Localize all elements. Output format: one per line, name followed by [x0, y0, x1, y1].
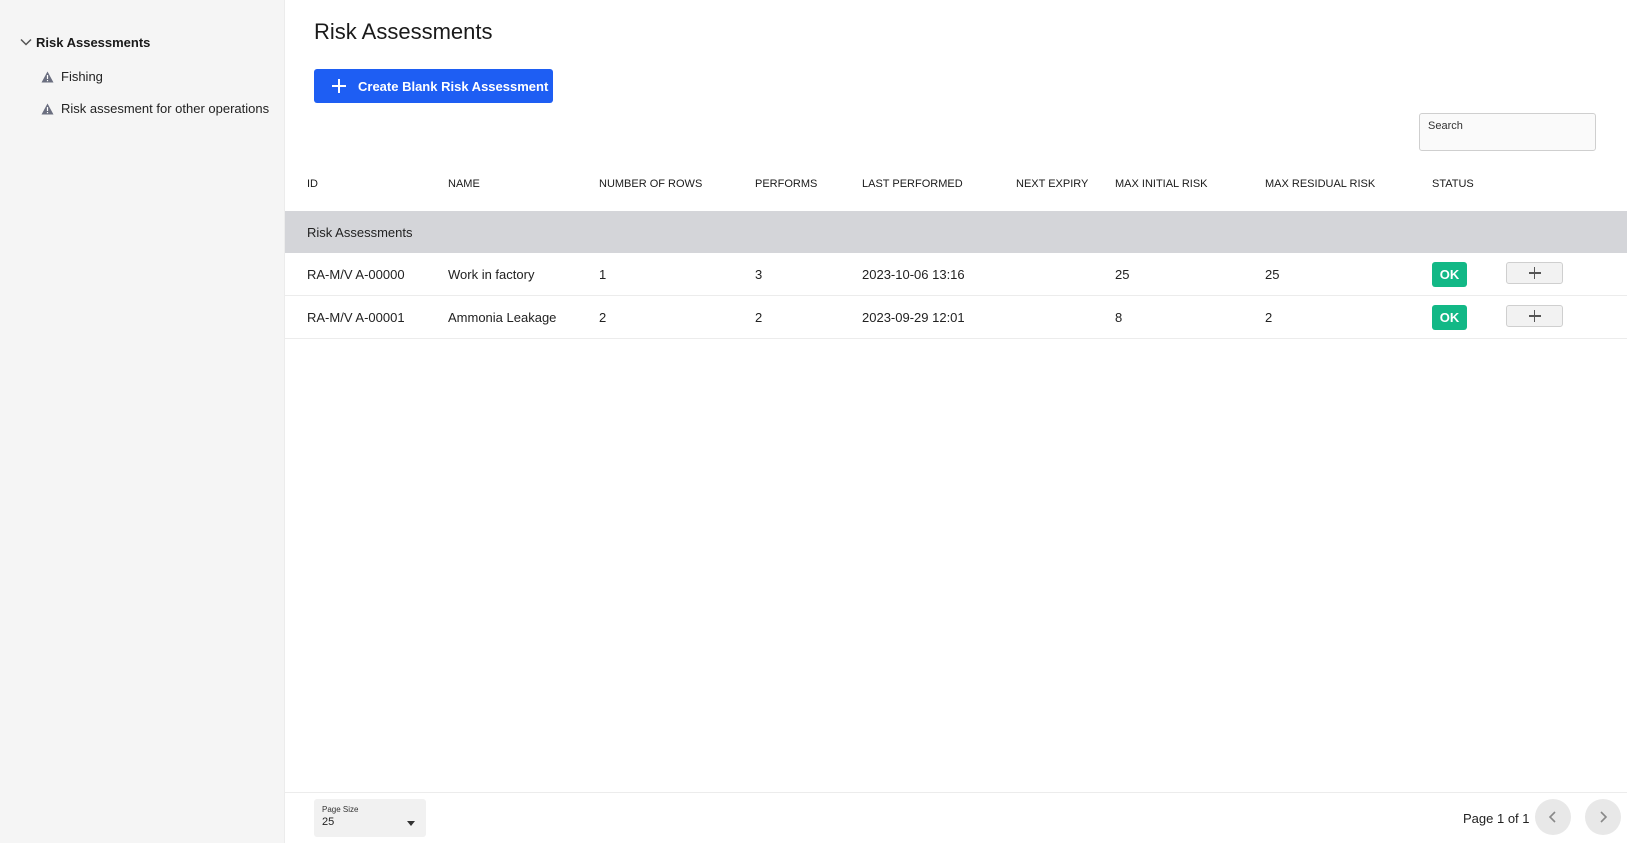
column-header-max-initial-risk[interactable]: MAX INITIAL RISK: [1115, 178, 1208, 190]
footer-divider: [285, 792, 1627, 793]
cell-name: Work in factory: [448, 267, 535, 282]
previous-page-button[interactable]: [1535, 799, 1571, 835]
cell-max-residual-risk: 2: [1265, 310, 1273, 325]
main-panel: Risk Assessments Create Blank Risk Asses…: [285, 0, 1627, 843]
chevron-right-icon: [1600, 811, 1608, 823]
caret-down-icon: [407, 821, 415, 826]
row-add-button[interactable]: [1506, 305, 1563, 327]
tree-item-label: Risk assesment for other operations: [61, 101, 270, 116]
cell-name: Ammonia Leakage: [448, 310, 557, 325]
create-blank-risk-assessment-button[interactable]: Create Blank Risk Assessment: [314, 69, 553, 103]
tree-root-risk-assessments[interactable]: Risk Assessments: [18, 34, 150, 50]
tree-item-label: Fishing: [61, 69, 103, 84]
column-header-performs[interactable]: PERFORMS: [755, 178, 817, 190]
status-badge: OK: [1432, 262, 1467, 287]
cell-last-performed: 2023-09-29 12:01: [862, 310, 965, 325]
cell-id: RA-M/V A-00000: [307, 267, 405, 282]
cell-last-performed: 2023-10-06 13:16: [862, 267, 965, 282]
page-size-value: 25: [322, 816, 335, 828]
tree-item-other-operations[interactable]: Risk assesment for other operations: [40, 101, 269, 116]
row-add-button[interactable]: [1506, 262, 1563, 284]
column-header-name[interactable]: NAME: [448, 178, 480, 190]
tree-root-label: Risk Assessments: [36, 34, 151, 50]
chevron-down-icon[interactable]: [18, 34, 34, 50]
cell-number-of-rows: 1: [599, 267, 607, 282]
cell-max-initial-risk: 8: [1115, 310, 1123, 325]
status-badge: OK: [1432, 305, 1467, 330]
create-button-label: Create Blank Risk Assessment: [358, 78, 549, 94]
plus-icon: [332, 79, 346, 93]
cell-performs: 2: [755, 310, 763, 325]
pagination-info: Page 1 of 1: [1463, 811, 1530, 826]
warning-triangle-icon: [40, 70, 54, 84]
column-header-next-expiry[interactable]: NEXT EXPIRY: [1016, 178, 1088, 190]
group-label: Risk Assessments: [307, 225, 413, 240]
page-size-select[interactable]: Page Size 25: [314, 799, 426, 837]
column-header-id[interactable]: ID: [307, 178, 318, 190]
page-size-label: Page Size: [322, 805, 359, 814]
plus-icon: [1528, 267, 1541, 279]
plus-icon: [1528, 310, 1541, 322]
column-header-last-performed[interactable]: LAST PERFORMED: [862, 178, 963, 190]
column-header-number-of-rows[interactable]: NUMBER OF ROWS: [599, 178, 702, 190]
tree-item-fishing[interactable]: Fishing: [40, 69, 103, 84]
table-group-row[interactable]: Risk Assessments: [285, 211, 1627, 253]
warning-triangle-icon: [40, 102, 54, 116]
cell-id: RA-M/V A-00001: [307, 310, 405, 325]
page-title: Risk Assessments: [314, 19, 493, 44]
search-input[interactable]: [1419, 113, 1596, 151]
cell-max-initial-risk: 25: [1115, 267, 1130, 282]
table-row[interactable]: RA-M/V A-00000 Work in factory 1 3 2023-…: [285, 253, 1627, 296]
column-header-status[interactable]: STATUS: [1432, 178, 1474, 190]
column-header-max-residual-risk[interactable]: MAX RESIDUAL RISK: [1265, 178, 1375, 190]
cell-number-of-rows: 2: [599, 310, 607, 325]
cell-max-residual-risk: 25: [1265, 267, 1280, 282]
cell-performs: 3: [755, 267, 763, 282]
chevron-left-icon: [1548, 811, 1556, 823]
table-row[interactable]: RA-M/V A-00001 Ammonia Leakage 2 2 2023-…: [285, 296, 1627, 339]
sidebar: Risk Assessments Fishing Risk assesment …: [0, 0, 285, 843]
next-page-button[interactable]: [1585, 799, 1621, 835]
